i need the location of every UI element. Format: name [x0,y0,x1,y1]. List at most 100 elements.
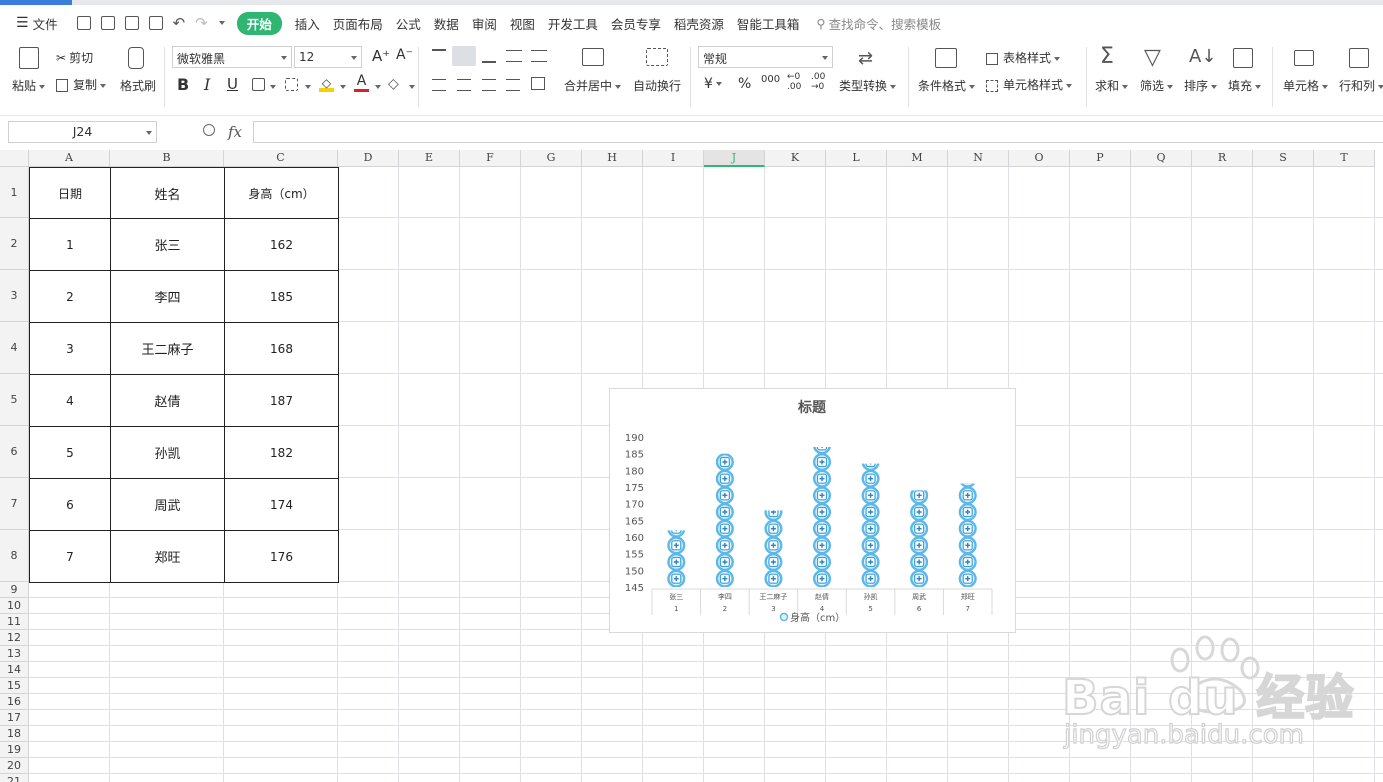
fill-button[interactable]: 填充 [1228,77,1262,94]
file-menu[interactable]: ☰ 文件 [16,14,58,33]
row-header-5[interactable]: 5 [0,374,29,426]
column-header-M[interactable]: M [887,150,948,167]
print-preview-icon[interactable] [148,16,163,30]
column-header-D[interactable]: D [338,150,399,167]
table-cell[interactable]: 3 [29,322,111,375]
row-header-19[interactable]: 19 [0,742,29,758]
sum-icon[interactable]: Σ [1100,44,1114,69]
row-header-1[interactable]: 1 [0,167,29,218]
clear-icon[interactable]: ◇ [388,76,399,92]
command-search[interactable]: ⚲ 查找命令、搜索模板 [816,14,941,33]
indent-decrease-icon[interactable] [506,50,522,62]
select-all-corner[interactable] [0,150,29,167]
cell-fill-style-icon[interactable] [285,78,298,91]
table-cell[interactable]: 4 [29,374,111,427]
underline-button[interactable]: U [227,75,238,93]
table-cell[interactable]: 孙凯 [110,426,225,479]
column-header-K[interactable]: K [765,150,826,167]
row-header-8[interactable]: 8 [0,530,29,582]
tab-9[interactable]: 会员专享 [611,14,661,33]
column-header-F[interactable]: F [460,150,521,167]
column-header-R[interactable]: R [1192,150,1253,167]
chart[interactable]: 标题 190 185 180 175 170 165 160 155 150 145 张三 1 李四 2 王二… [609,388,1016,633]
cell-style-button[interactable]: 单元格样式 [986,76,1073,93]
table-header-cell[interactable]: 日期 [29,167,111,219]
bold-button[interactable]: B [177,75,189,94]
font-size-select[interactable]: 12 [294,46,362,68]
table-cell[interactable]: 182 [224,426,339,479]
column-header-A[interactable]: A [29,150,110,167]
print-icon[interactable] [124,16,139,30]
column-header-L[interactable]: L [826,150,887,167]
table-cell[interactable]: 185 [224,270,339,323]
column-header-O[interactable]: O [1009,150,1070,167]
row-header-17[interactable]: 17 [0,710,29,726]
table-cell[interactable]: 168 [224,322,339,375]
tab-6[interactable]: 审阅 [472,14,497,33]
copy-button[interactable]: 复制 [56,76,107,93]
sort-button[interactable]: 排序 [1184,77,1218,94]
font-name-select[interactable]: 微软雅黑 [172,46,292,68]
column-header-I[interactable]: I [643,150,704,167]
table-cell[interactable]: 郑旺 [110,530,225,583]
table-cell[interactable]: 6 [29,478,111,531]
column-header-T[interactable]: T [1314,150,1375,167]
format-painter-icon[interactable] [128,47,144,69]
tab-5[interactable]: 数据 [434,14,459,33]
filter-icon[interactable]: ▽ [1144,45,1161,70]
format-painter-button[interactable]: 格式刷 [120,77,156,94]
table-cell[interactable]: 张三 [110,218,225,271]
clear-dropdown[interactable] [409,85,415,89]
table-header-cell[interactable]: 姓名 [110,167,225,219]
column-header-S[interactable]: S [1253,150,1314,167]
distribute-icon[interactable] [531,77,545,90]
tab-10[interactable]: 稻壳资源 [674,14,724,33]
zoom-icon[interactable] [203,124,215,136]
column-header-B[interactable]: B [110,150,224,167]
font-shrink-button[interactable]: A⁻ [396,47,413,63]
row-header-11[interactable]: 11 [0,614,29,630]
customize-dropdown-icon[interactable] [218,21,225,25]
paste-button[interactable]: 粘贴 [12,77,46,94]
fill-icon[interactable] [1233,48,1253,68]
paste-icon[interactable] [19,47,39,69]
table-cell[interactable]: 王二麻子 [110,322,225,375]
align-middle-icon[interactable] [452,46,476,66]
borders-icon[interactable] [252,78,265,91]
column-header-H[interactable]: H [582,150,643,167]
cut-button[interactable]: ✂ 剪切 [56,49,93,66]
redo-icon[interactable]: ↷ [195,14,208,32]
table-style-button[interactable]: 表格样式 [986,49,1061,66]
indent-increase-icon[interactable] [531,50,547,62]
column-header-N[interactable]: N [948,150,1009,167]
font-color-dropdown[interactable] [375,85,381,89]
column-header-J[interactable]: J [704,150,765,167]
filter-button[interactable]: 筛选 [1140,77,1174,94]
table-cell[interactable]: 174 [224,478,339,531]
fill-style-dropdown[interactable] [305,85,311,89]
row-col-icon[interactable] [1349,48,1369,68]
sort-icon[interactable]: A↓ [1189,46,1216,67]
table-cell[interactable]: 赵倩 [110,374,225,427]
undo-icon[interactable]: ↶ [173,14,186,32]
formula-input[interactable] [253,121,1383,143]
type-convert-button[interactable]: 类型转换 [839,77,897,94]
row-header-6[interactable]: 6 [0,426,29,478]
thousands-button[interactable]: 000 [761,74,780,85]
row-header-12[interactable]: 12 [0,630,29,646]
row-header-7[interactable]: 7 [0,478,29,530]
table-cell[interactable]: 李四 [110,270,225,323]
table-cell[interactable]: 5 [29,426,111,479]
column-header-P[interactable]: P [1070,150,1131,167]
conditional-format-button[interactable]: 条件格式 [918,77,976,94]
row-header-20[interactable]: 20 [0,758,29,774]
wrap-text-button[interactable]: 自动换行 [633,77,681,94]
table-cell[interactable]: 7 [29,530,111,583]
row-header-21[interactable]: 21 [0,774,29,782]
cell-icon[interactable] [1294,50,1314,66]
row-col-button[interactable]: 行和列 [1339,77,1383,94]
name-box[interactable]: J24 [8,121,157,143]
tab-1[interactable]: 开始 [236,11,282,35]
sum-button[interactable]: 求和 [1095,77,1129,94]
table-cell[interactable]: 176 [224,530,339,583]
